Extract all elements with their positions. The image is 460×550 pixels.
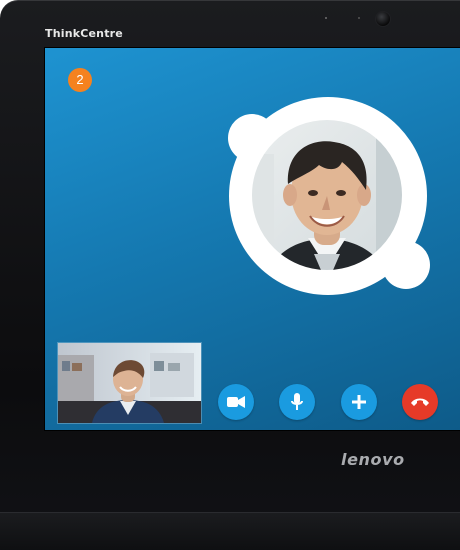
video-toggle-button[interactable] [218,384,254,420]
add-participant-button[interactable] [341,384,377,420]
notification-badge[interactable]: 2 [68,68,92,92]
plus-icon [352,395,366,409]
microphone-dot [325,17,327,19]
video-call-screen: 2 [45,48,460,430]
video-camera-icon [227,396,245,408]
webcam-lens [376,12,390,26]
lenovo-logo: lenovo [341,450,405,469]
remote-video-frame [228,97,430,295]
microphone-icon [291,393,303,410]
microphone-toggle-button[interactable] [279,384,315,420]
monitor-bottom-bezel [0,512,460,550]
camera-indicator-dot [358,17,360,19]
end-call-button[interactable] [402,384,438,420]
phone-hangup-icon [411,398,429,406]
monitor-device: ThinkCentre 2 lenovo [0,0,460,550]
thinkcentre-logo: ThinkCentre [45,27,123,40]
self-preview-video[interactable] [57,342,202,424]
remote-participant-video [226,94,431,299]
self-preview-image [58,343,201,423]
